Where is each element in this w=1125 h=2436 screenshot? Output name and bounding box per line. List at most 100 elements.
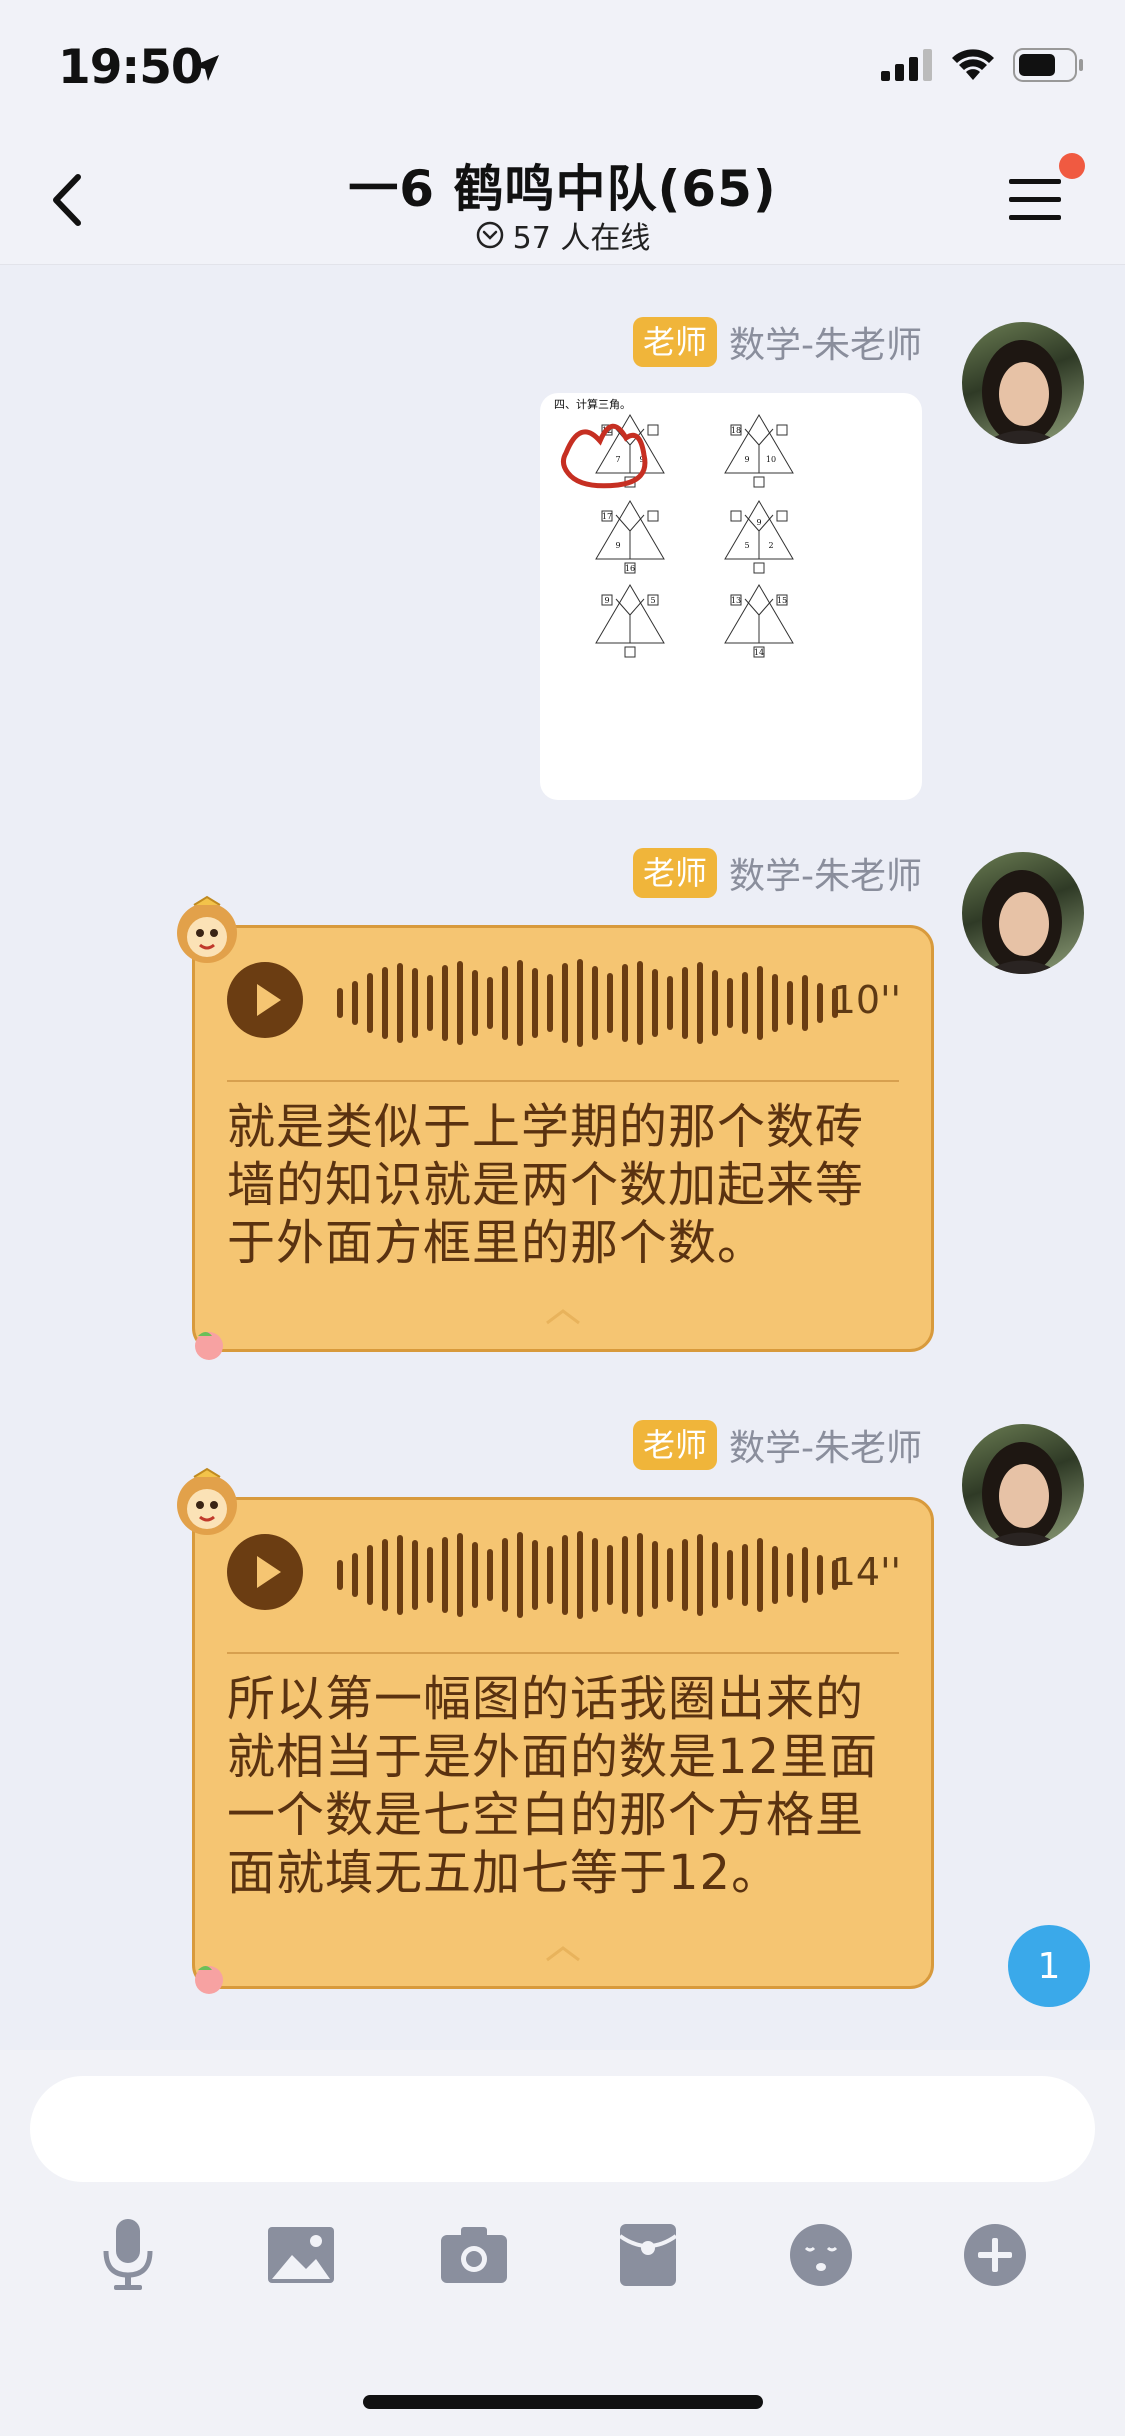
waveform-bar bbox=[562, 963, 568, 1043]
waveform-bar bbox=[592, 1538, 598, 1612]
voice-duration: 14'' bbox=[831, 1550, 901, 1594]
box-number: 9 bbox=[604, 596, 609, 605]
status-time: 19:50 bbox=[58, 40, 204, 95]
inner-number: 7 bbox=[615, 455, 620, 464]
worksheet-triangle bbox=[595, 500, 665, 560]
waveform-bar bbox=[547, 974, 553, 1032]
collapse-chevron-icon[interactable] bbox=[543, 1944, 583, 1964]
home-indicator bbox=[363, 2395, 763, 2409]
waveform-bar bbox=[712, 970, 718, 1036]
cellular-signal-icon bbox=[881, 49, 932, 81]
red-packet-icon bbox=[618, 2224, 678, 2286]
worksheet-triangle bbox=[724, 500, 794, 560]
waveform-bar bbox=[577, 1531, 583, 1619]
chat-title[interactable]: 一6 鹤鸣中队(65) bbox=[0, 149, 1125, 221]
waveform-bar bbox=[397, 1535, 403, 1615]
waveform-bar bbox=[562, 1535, 568, 1615]
sender-name[interactable]: 数学-朱老师 bbox=[729, 316, 922, 368]
online-count-text: 57 人在线 bbox=[512, 221, 651, 256]
waveform-bar bbox=[472, 970, 478, 1036]
waveform-bar bbox=[637, 1533, 643, 1617]
camera-icon bbox=[441, 2227, 507, 2283]
role-badge: 老师 bbox=[632, 1420, 717, 1470]
waveform-bar bbox=[817, 983, 823, 1023]
worksheet-heading: 四、计算三角。 bbox=[554, 397, 631, 411]
input-toolbar bbox=[0, 2210, 1125, 2320]
waveform-bar bbox=[442, 1537, 448, 1613]
waveform-bar bbox=[652, 969, 658, 1037]
box-number: 15 bbox=[777, 596, 787, 605]
monkey-decoration-icon bbox=[177, 895, 237, 963]
message-header: 老师 数学-朱老师 bbox=[632, 316, 922, 368]
waveform-bar bbox=[697, 1534, 703, 1616]
waveform-bar bbox=[802, 1547, 808, 1603]
answer-box-bottom bbox=[624, 646, 636, 658]
worksheet-image: 四、计算三角。 127 9189 101716995 29 5 13 1514 bbox=[554, 397, 794, 658]
plus-button[interactable] bbox=[950, 2210, 1040, 2300]
avatar-photo bbox=[982, 870, 1062, 974]
divider bbox=[227, 1652, 899, 1654]
play-icon bbox=[257, 1556, 281, 1588]
plus-icon bbox=[964, 2224, 1026, 2286]
play-icon bbox=[257, 984, 281, 1016]
microphone-button[interactable] bbox=[83, 2210, 173, 2300]
voice-message-bubble[interactable]: 10'' 就是类似于上学期的那个数砖墙的知识就是两个数加起来等于外面方框里的那个… bbox=[192, 925, 934, 1352]
image-button[interactable] bbox=[256, 2210, 346, 2300]
waveform-bar bbox=[367, 1545, 373, 1605]
status-indicators bbox=[881, 48, 1085, 82]
sender-name[interactable]: 数学-朱老师 bbox=[729, 847, 922, 899]
waveform-bar bbox=[622, 1536, 628, 1614]
waveform-bar bbox=[517, 1532, 523, 1618]
collapse-chevron-icon[interactable] bbox=[543, 1307, 583, 1327]
avatar-photo bbox=[982, 340, 1062, 444]
waveform-bar bbox=[532, 1540, 538, 1610]
inner-number: 2 bbox=[768, 541, 773, 550]
waveform-bar bbox=[427, 1547, 433, 1603]
avatar[interactable] bbox=[962, 322, 1084, 444]
waveform-bar bbox=[682, 1539, 688, 1611]
waveform-bar bbox=[727, 1550, 733, 1600]
unread-count-badge[interactable]: 1 bbox=[1008, 1925, 1090, 2007]
emoji-icon bbox=[790, 2224, 852, 2286]
waveform-bar bbox=[352, 981, 358, 1025]
message-input[interactable] bbox=[30, 2076, 1095, 2182]
voice-waveform bbox=[337, 1531, 838, 1619]
image-icon bbox=[268, 2227, 334, 2283]
play-button[interactable] bbox=[227, 1534, 303, 1610]
avatar-photo bbox=[982, 1442, 1062, 1546]
inner-number: 10 bbox=[766, 455, 776, 464]
voice-message-bubble[interactable]: 14'' 所以第一幅图的话我圈出来的就相当于是外面的数是12里面一个数是七空白的… bbox=[192, 1497, 934, 1989]
menu-button[interactable] bbox=[1009, 175, 1065, 225]
waveform-bar bbox=[412, 1540, 418, 1610]
waveform-bar bbox=[787, 1553, 793, 1597]
camera-button[interactable] bbox=[429, 2210, 519, 2300]
red-packet-button[interactable] bbox=[603, 2210, 693, 2300]
avatar[interactable] bbox=[962, 852, 1084, 974]
monkey-decoration-icon bbox=[177, 1467, 237, 1535]
emoji-button[interactable] bbox=[776, 2210, 866, 2300]
waveform-bar bbox=[802, 975, 808, 1031]
box-number: 18 bbox=[731, 426, 741, 435]
waveform-bar bbox=[727, 978, 733, 1028]
waveform-bar bbox=[712, 1542, 718, 1608]
online-count[interactable]: 57 人在线 bbox=[0, 213, 1125, 257]
peach-decoration-icon bbox=[195, 1332, 223, 1360]
image-message[interactable]: 四、计算三角。 12 7 9 18 9 10 17 16 9 9 5 2 9 5 13 15 14 bbox=[540, 393, 922, 800]
box-number: 13 bbox=[731, 596, 741, 605]
sender-name[interactable]: 数学-朱老师 bbox=[729, 1419, 922, 1471]
avatar[interactable] bbox=[962, 1424, 1084, 1546]
waveform-bar bbox=[457, 961, 463, 1045]
waveform-bar bbox=[352, 1553, 358, 1597]
waveform-bar bbox=[652, 1541, 658, 1609]
worksheet-triangle bbox=[724, 584, 794, 644]
waveform-bar bbox=[607, 1545, 613, 1605]
waveform-bar bbox=[412, 968, 418, 1038]
play-button[interactable] bbox=[227, 962, 303, 1038]
waveform-bar bbox=[472, 1542, 478, 1608]
inner-number: 5 bbox=[744, 541, 749, 550]
voice-waveform bbox=[337, 959, 838, 1047]
waveform-bar bbox=[337, 988, 343, 1018]
waveform-bar bbox=[667, 1548, 673, 1602]
answer-box-right bbox=[776, 510, 788, 522]
waveform-bar bbox=[757, 966, 763, 1040]
